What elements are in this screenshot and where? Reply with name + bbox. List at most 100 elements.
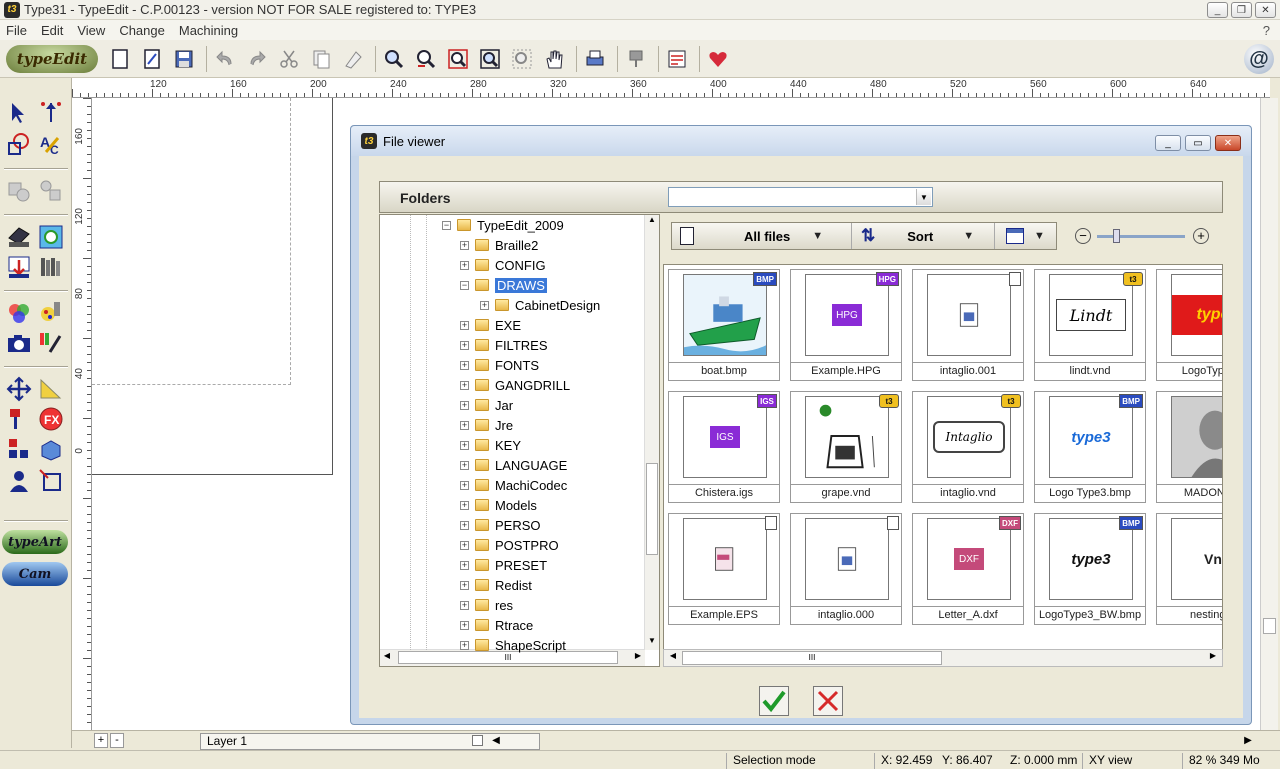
- menu-edit[interactable]: Edit: [35, 23, 71, 38]
- tree-item[interactable]: − TypeEdit_2009: [442, 215, 564, 235]
- tree-item[interactable]: + PERSO: [460, 515, 541, 535]
- file-thumbnail[interactable]: t3 grape.vnd: [790, 391, 902, 503]
- thumbs-hscroll-thumb[interactable]: III: [682, 651, 942, 665]
- file-thumbnail[interactable]: Vn nesting.v: [1156, 513, 1222, 625]
- expand-icon[interactable]: +: [460, 460, 469, 470]
- file-thumbnail-grid[interactable]: BMP boat.bmp HPG HPG Example.HPG intaglio.001…: [663, 264, 1223, 667]
- menu-help[interactable]: ?: [1263, 23, 1270, 38]
- select-arrow-icon[interactable]: [4, 98, 34, 128]
- expand-icon[interactable]: +: [460, 620, 469, 630]
- text-tool-icon[interactable]: AC: [36, 130, 66, 160]
- remove-layer-button[interactable]: -: [110, 733, 124, 748]
- paste-icon[interactable]: [339, 45, 367, 73]
- measure-icon[interactable]: [36, 374, 66, 404]
- cut-icon[interactable]: [275, 45, 303, 73]
- expand-icon[interactable]: +: [460, 360, 469, 370]
- group-icon[interactable]: [4, 176, 34, 206]
- dialog-close-button[interactable]: ✕: [1215, 135, 1241, 151]
- file-thumbnail[interactable]: MADONNA: [1156, 391, 1222, 503]
- scroll-down-arrow[interactable]: ▼: [645, 636, 659, 650]
- typeart-button[interactable]: typeArt: [2, 530, 68, 554]
- canvas-vertical-scrollbar[interactable]: [1260, 98, 1278, 730]
- tree-item[interactable]: + KEY: [460, 435, 521, 455]
- save-icon[interactable]: [170, 45, 198, 73]
- paint-brush-icon[interactable]: [36, 328, 66, 358]
- tree-vertical-scrollbar[interactable]: ▲ ▼: [644, 215, 659, 650]
- pan-hand-icon[interactable]: [540, 45, 568, 73]
- checklist-icon[interactable]: [663, 45, 691, 73]
- tree-item[interactable]: + LANGUAGE: [460, 455, 567, 475]
- zoom-selection-icon[interactable]: [508, 45, 536, 73]
- file-thumbnail[interactable]: BMP boat.bmp: [668, 269, 780, 381]
- menu-view[interactable]: View: [71, 23, 113, 38]
- file-thumbnail[interactable]: Example.EPS: [668, 513, 780, 625]
- redo-icon[interactable]: [243, 45, 271, 73]
- file-thumbnail[interactable]: type3 BMP LogoType3_BW.bmp: [1034, 513, 1146, 625]
- zoom-out-icon[interactable]: −: [1075, 228, 1091, 244]
- scroll-thumb[interactable]: [1263, 618, 1276, 634]
- menu-change[interactable]: Change: [113, 23, 173, 38]
- import-icon[interactable]: [4, 252, 34, 282]
- machining-tool-icon[interactable]: [4, 404, 34, 434]
- tree-item[interactable]: + EXE: [460, 315, 521, 335]
- scroll-left-arrow[interactable]: ◀: [488, 732, 504, 749]
- menu-machining[interactable]: Machining: [173, 23, 246, 38]
- restore-button[interactable]: ❐: [1231, 2, 1252, 18]
- tree-item[interactable]: + FONTS: [460, 355, 539, 375]
- tree-item[interactable]: + Jre: [460, 415, 513, 435]
- print-icon[interactable]: [581, 45, 609, 73]
- copy-icon[interactable]: [307, 45, 335, 73]
- open-file-icon[interactable]: [138, 45, 166, 73]
- tree-item[interactable]: + FILTRES: [460, 335, 548, 355]
- folder-tree[interactable]: ▲ ▼ ◀ III ▶ − TypeEdit_2009 + Braille2 + CONF…: [379, 214, 660, 667]
- shapes-icon[interactable]: [4, 130, 34, 160]
- resize-icon[interactable]: [36, 466, 66, 496]
- scroll-left-arrow[interactable]: ◀: [666, 651, 680, 665]
- tree-item[interactable]: + CabinetDesign: [480, 295, 600, 315]
- toolpath-icon[interactable]: [4, 434, 34, 464]
- view-mode-dropdown[interactable]: ▼: [996, 223, 1058, 249]
- tree-item[interactable]: + Jar: [460, 395, 513, 415]
- camera-icon[interactable]: [4, 328, 34, 358]
- tree-scroll-thumb[interactable]: [646, 463, 658, 555]
- web-at-button[interactable]: @: [1244, 44, 1274, 74]
- file-thumbnail[interactable]: type LogoType3_: [1156, 269, 1222, 381]
- expand-icon[interactable]: +: [460, 480, 469, 490]
- library-icon[interactable]: [36, 252, 66, 282]
- file-thumbnail[interactable]: HPG HPG Example.HPG: [790, 269, 902, 381]
- file-thumbnail[interactable]: intaglio.000: [790, 513, 902, 625]
- effects-fx-icon[interactable]: FX: [36, 404, 66, 434]
- expand-icon[interactable]: +: [460, 380, 469, 390]
- dialog-maximize-button[interactable]: ▭: [1185, 135, 1211, 151]
- zoom-previous-icon[interactable]: [412, 45, 440, 73]
- cam-button[interactable]: Cam: [2, 562, 68, 586]
- tree-item[interactable]: + Rtrace: [460, 615, 533, 635]
- expand-icon[interactable]: +: [460, 320, 469, 330]
- thumbnail-size-slider[interactable]: − +: [1075, 226, 1211, 246]
- file-thumbnail[interactable]: Lindt t3 lindt.vnd: [1034, 269, 1146, 381]
- expand-icon[interactable]: +: [460, 240, 469, 250]
- expand-icon[interactable]: +: [460, 400, 469, 410]
- cancel-button[interactable]: [813, 686, 843, 716]
- expand-icon[interactable]: +: [460, 260, 469, 270]
- tree-item[interactable]: − DRAWS: [460, 275, 547, 295]
- expand-icon[interactable]: +: [460, 560, 469, 570]
- undo-icon[interactable]: [211, 45, 239, 73]
- tree-item[interactable]: + PRESET: [460, 555, 547, 575]
- tree-item[interactable]: + Redist: [460, 575, 532, 595]
- collapse-icon[interactable]: −: [442, 220, 451, 230]
- file-thumbnail[interactable]: type3 BMP Logo Type3.bmp: [1034, 391, 1146, 503]
- file-thumbnail[interactable]: Intaglio t3 intaglio.vnd: [912, 391, 1024, 503]
- tree-item[interactable]: + CONFIG: [460, 255, 546, 275]
- tree-item[interactable]: + ShapeScript: [460, 635, 566, 655]
- minimize-button[interactable]: _: [1207, 2, 1228, 18]
- expand-icon[interactable]: +: [460, 500, 469, 510]
- expand-icon[interactable]: +: [480, 300, 489, 310]
- tree-item[interactable]: + Models: [460, 495, 537, 515]
- thumbs-horizontal-scrollbar[interactable]: ◀ III ▶: [663, 649, 1223, 667]
- scroll-right-arrow[interactable]: ▶: [1206, 651, 1220, 665]
- node-edit-icon[interactable]: [36, 98, 66, 128]
- machine-icon[interactable]: [622, 45, 650, 73]
- expand-icon[interactable]: +: [460, 600, 469, 610]
- slider-thumb[interactable]: [1113, 229, 1120, 243]
